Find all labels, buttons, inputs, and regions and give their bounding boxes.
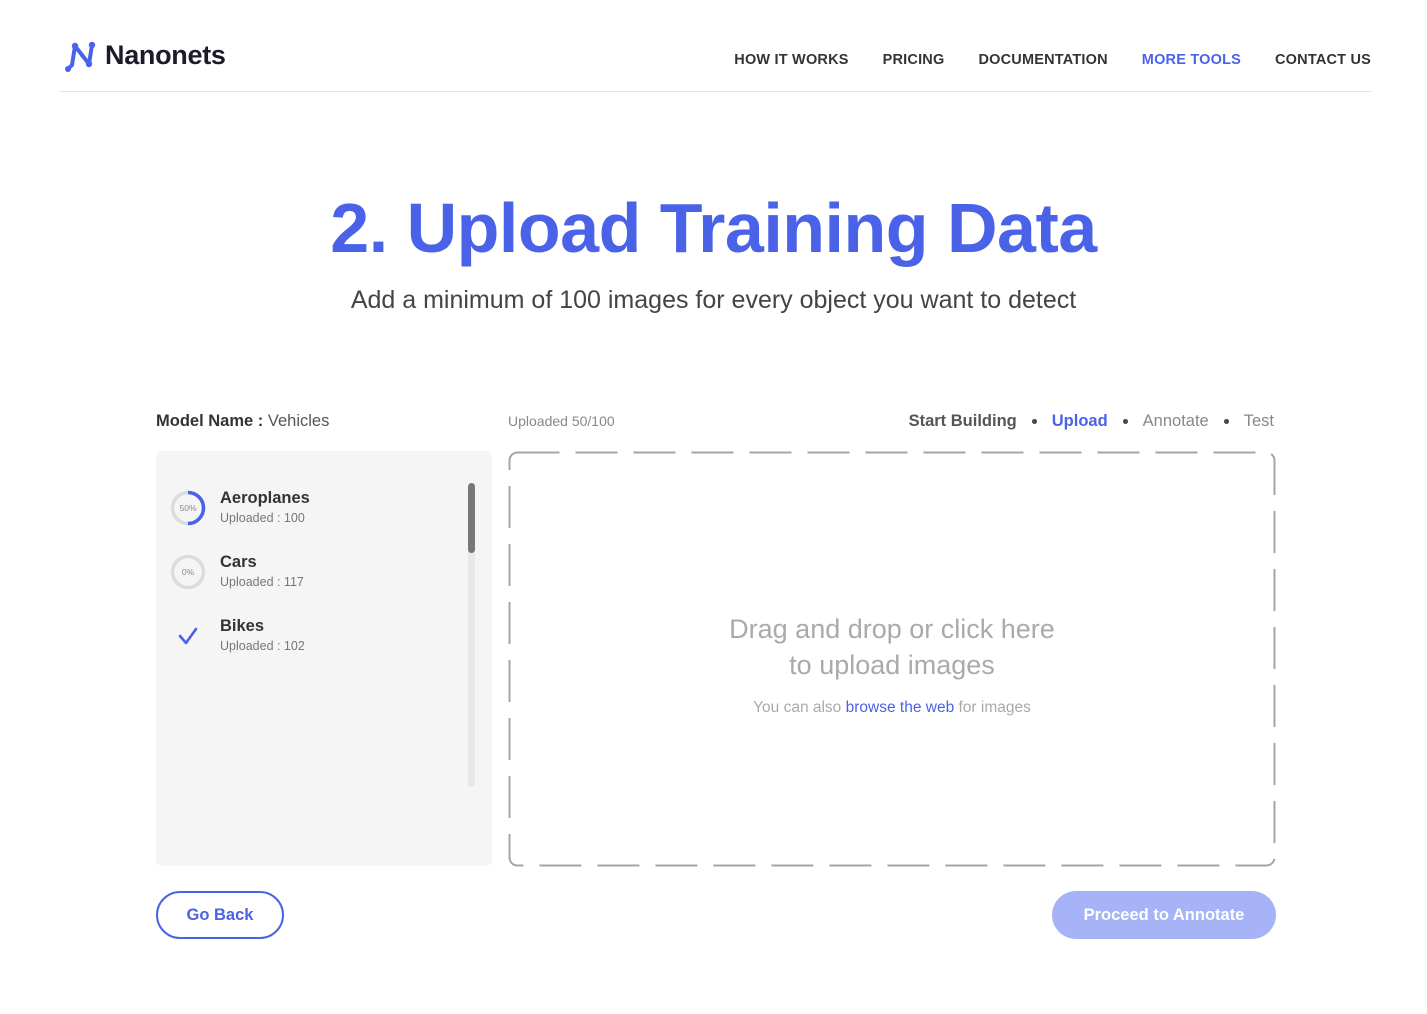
dropzone-line-2: to upload images	[789, 650, 995, 680]
progress-percent: 50%	[179, 503, 196, 513]
class-upload-count: Uploaded : 117	[220, 575, 304, 589]
page-subtitle: Add a minimum of 100 images for every ob…	[350, 286, 1077, 314]
class-name: Bikes	[220, 617, 265, 635]
browse-hint-prefix: You can also	[753, 699, 842, 716]
dropzone-instructions: Drag and drop or click here to upload im…	[508, 611, 1276, 683]
class-upload-count: Uploaded : 102	[220, 639, 305, 653]
nav-how-it-works[interactable]: HOW IT WORKS	[734, 52, 848, 68]
site-header: Nanonets HOW IT WORKS PRICING DOCUMENTAT…	[59, 0, 1371, 92]
dropzone-browse-hint: You can also browse the web for images	[508, 699, 1276, 717]
step-start-building: Start Building	[908, 412, 1017, 430]
model-name: Model Name : Vehicles	[156, 412, 329, 431]
image-dropzone[interactable]: Drag and drop or click here to upload im…	[508, 451, 1276, 867]
class-list-scrollbar[interactable]	[468, 483, 475, 787]
class-item-bikes[interactable]: Bikes Uploaded : 102	[170, 617, 460, 661]
model-name-value: Vehicles	[267, 412, 330, 430]
progress-percent: 0%	[182, 567, 195, 577]
nav-documentation[interactable]: DOCUMENTATION	[978, 52, 1107, 68]
browse-the-web-link[interactable]: browse the web	[846, 699, 955, 716]
go-back-button[interactable]: Go Back	[156, 891, 284, 939]
model-name-label: Model Name :	[156, 412, 264, 430]
scrollbar-thumb[interactable]	[468, 483, 475, 553]
class-list-panel: 50% Aeroplanes Uploaded : 100 0% Cars Up…	[156, 451, 492, 866]
main-nav: HOW IT WORKS PRICING DOCUMENTATION MORE …	[700, 52, 1371, 68]
progress-steps: Start Building Upload Annotate Test	[909, 412, 1274, 431]
step-upload: Upload	[1051, 412, 1108, 430]
step-separator-dot	[1122, 419, 1128, 424]
step-annotate: Annotate	[1142, 412, 1209, 430]
class-upload-count: Uploaded : 100	[220, 511, 305, 525]
nav-more-tools[interactable]: MORE TOOLS	[1142, 52, 1241, 68]
proceed-to-annotate-button[interactable]: Proceed to Annotate	[1052, 891, 1276, 939]
browse-hint-suffix: for images	[958, 699, 1031, 716]
checkmark-icon	[178, 627, 198, 645]
step-separator-dot	[1031, 419, 1037, 424]
progress-ring-icon: 0%	[170, 554, 206, 590]
step-test: Test	[1243, 412, 1274, 430]
class-item-cars[interactable]: 0% Cars Uploaded : 117	[170, 553, 460, 597]
nanonets-logo-icon	[65, 41, 96, 72]
dropzone-line-1: Drag and drop or click here	[729, 614, 1055, 644]
nav-pricing[interactable]: PRICING	[883, 52, 945, 68]
step-separator-dot	[1223, 419, 1229, 424]
class-name: Aeroplanes	[220, 489, 310, 507]
logo-text: Nanonets	[105, 39, 226, 70]
logo[interactable]: Nanonets	[65, 38, 226, 72]
upload-count: Uploaded 50/100	[508, 413, 615, 429]
page-title: 2. Upload Training Data	[330, 189, 1097, 267]
nav-contact-us[interactable]: CONTACT US	[1275, 52, 1371, 68]
class-name: Cars	[220, 553, 257, 571]
progress-ring-icon: 50%	[170, 490, 206, 526]
class-item-aeroplanes[interactable]: 50% Aeroplanes Uploaded : 100	[170, 489, 460, 533]
